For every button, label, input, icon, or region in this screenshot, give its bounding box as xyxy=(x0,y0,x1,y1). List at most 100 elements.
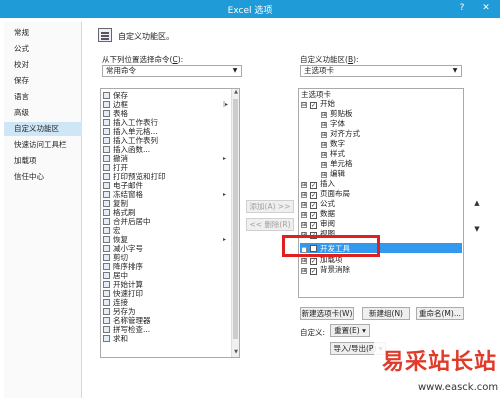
expand-icon[interactable]: ⊞ xyxy=(321,162,327,168)
checkbox[interactable]: ✓ xyxy=(310,258,317,265)
expand-icon[interactable]: ⊞ xyxy=(321,132,327,138)
expand-icon[interactable]: ⊞ xyxy=(301,202,307,208)
sidebar-item-proofing[interactable]: 校对 xyxy=(4,58,82,72)
list-item[interactable]: 求和 xyxy=(103,334,128,343)
commands-list[interactable]: 保存 边框 |▸ 表格 插入工作表行 插入单元格... 插入工作表列 插入函数..… xyxy=(100,88,240,358)
list-item[interactable]: 另存为 xyxy=(103,307,136,316)
list-item[interactable]: 边框 |▸ xyxy=(103,100,228,109)
rename-button[interactable]: 重命名(M)... xyxy=(416,307,464,320)
list-item[interactable]: 插入单元格... xyxy=(103,127,158,136)
move-up-icon[interactable]: ▲ xyxy=(470,196,484,210)
ribbon-tabs-select[interactable]: 主选项卡 ▼ xyxy=(300,65,462,77)
tree-item-insert[interactable]: ⊞ ✓ 插入 xyxy=(301,179,335,189)
tree-item-editing[interactable]: ⊞ 编辑 xyxy=(321,169,345,179)
list-item[interactable]: 名称管理器 xyxy=(103,316,151,325)
expand-icon[interactable]: ⊞ xyxy=(301,258,307,264)
sidebar-item-general[interactable]: 常规 xyxy=(4,26,82,40)
sort-desc-icon xyxy=(103,263,110,270)
sidebar-item-customize-ribbon[interactable]: 自定义功能区 xyxy=(4,122,82,136)
list-item[interactable]: 开始计算 xyxy=(103,280,143,289)
list-item[interactable]: 格式刷 xyxy=(103,208,136,217)
list-item[interactable]: 插入工作表行 xyxy=(103,118,158,127)
tree-item-home[interactable]: ⊟ ✓ 开始 xyxy=(301,99,335,109)
list-item[interactable]: 电子邮件 xyxy=(103,181,143,190)
sidebar-item-addins[interactable]: 加载项 xyxy=(4,154,82,168)
tree-item-formulas[interactable]: ⊞ ✓ 公式 xyxy=(301,199,335,209)
scroll-thumb[interactable] xyxy=(233,99,238,339)
move-down-icon[interactable]: ▼ xyxy=(470,222,484,236)
list-item[interactable]: 剪切 xyxy=(103,253,128,262)
list-item[interactable]: 合并后居中 xyxy=(103,217,151,226)
list-item[interactable]: 复制 xyxy=(103,199,128,208)
checkbox[interactable]: ✓ xyxy=(310,222,317,229)
tree-item-page-layout[interactable]: ⊞ ✓ 页面布局 xyxy=(301,189,350,199)
tree-item-clipboard[interactable]: ⊞ 剪贴板 xyxy=(321,109,353,119)
scroll-down-icon[interactable]: ▼ xyxy=(232,349,239,357)
tree-item-data[interactable]: ⊞ ✓ 数据 xyxy=(301,209,335,219)
list-item[interactable]: 撤消 ▸ xyxy=(103,154,226,163)
sidebar-item-save[interactable]: 保存 xyxy=(4,74,82,88)
close-icon[interactable]: ✕ xyxy=(476,1,496,16)
new-tab-button[interactable]: 新建选项卡(W) xyxy=(300,307,354,320)
checkbox[interactable]: ✓ xyxy=(310,192,317,199)
customize-ribbon-label: 自定义功能区(B): xyxy=(300,55,359,64)
list-item[interactable]: 减小字号 xyxy=(103,244,143,253)
tree-item-review[interactable]: ⊞ ✓ 审阅 xyxy=(301,219,335,229)
add-button[interactable]: 添加(A) >> xyxy=(246,200,294,213)
list-item[interactable]: 拼写检查... xyxy=(103,325,150,334)
expand-icon[interactable]: ⊞ xyxy=(301,222,307,228)
list-item[interactable]: 冻结窗格 ▸ xyxy=(103,190,226,199)
sidebar-item-advanced[interactable]: 高级 xyxy=(4,106,82,120)
section-header: 自定义功能区。 xyxy=(118,32,174,41)
expand-icon[interactable]: ⊞ xyxy=(321,172,327,178)
expand-icon[interactable]: ⊞ xyxy=(321,112,327,118)
checkbox[interactable]: ✓ xyxy=(310,102,317,109)
list-item[interactable]: 插入工作表列 xyxy=(103,136,158,145)
checkbox[interactable]: ✓ xyxy=(310,202,317,209)
list-item[interactable]: 打印预览和打印 xyxy=(103,172,166,181)
sidebar-item-language[interactable]: 语言 xyxy=(4,90,82,104)
expand-icon[interactable]: ⊞ xyxy=(301,212,307,218)
list-item[interactable]: 恢复 ▸ xyxy=(103,235,226,244)
list-item[interactable]: 快速打印 xyxy=(103,289,143,298)
tree-item-styles[interactable]: ⊞ 样式 xyxy=(321,149,345,159)
list-item[interactable]: 保存 xyxy=(103,91,128,100)
tree-item-font[interactable]: ⊞ 字体 xyxy=(321,119,345,129)
expand-icon[interactable]: ⊞ xyxy=(301,192,307,198)
remove-button[interactable]: << 删除(R) xyxy=(246,218,294,231)
tree-item-background-removal[interactable]: ⊞ ✓ 背景消除 xyxy=(301,265,350,275)
commands-scrollbar[interactable]: ▲ ▼ xyxy=(231,89,239,357)
help-icon[interactable]: ? xyxy=(452,1,472,16)
commands-source-select[interactable]: 常用命令 ▼ xyxy=(102,65,242,77)
expand-icon[interactable]: ⊞ xyxy=(321,122,327,128)
checkbox[interactable]: ✓ xyxy=(310,212,317,219)
expand-icon[interactable]: ⊞ xyxy=(301,268,307,274)
reset-button[interactable]: 重置(E) ▾ xyxy=(330,324,370,337)
new-group-button[interactable]: 新建组(N) xyxy=(362,307,410,320)
list-item[interactable]: 连接 xyxy=(103,298,128,307)
expand-icon[interactable]: ⊞ xyxy=(321,142,327,148)
list-item[interactable]: 居中 xyxy=(103,271,128,280)
name-manager-icon xyxy=(103,317,110,324)
insert-cell-icon xyxy=(103,128,110,135)
spellcheck-icon xyxy=(103,326,110,333)
expand-icon[interactable]: ⊞ xyxy=(301,182,307,188)
list-item[interactable]: 表格 xyxy=(103,109,128,118)
checkbox[interactable]: ✓ xyxy=(310,268,317,275)
sidebar-item-trust-center[interactable]: 信任中心 xyxy=(4,170,82,184)
collapse-icon[interactable]: ⊟ xyxy=(301,102,307,108)
list-item[interactable]: 打开 xyxy=(103,163,128,172)
expand-icon[interactable]: ⊞ xyxy=(321,152,327,158)
tree-item-alignment[interactable]: ⊞ 对齐方式 xyxy=(321,129,360,139)
list-item[interactable]: 宏 xyxy=(103,226,121,235)
scroll-up-icon[interactable]: ▲ xyxy=(232,89,239,97)
sidebar-item-formulas[interactable]: 公式 xyxy=(4,42,82,56)
tree-item-number[interactable]: ⊞ 数字 xyxy=(321,139,345,149)
list-item[interactable]: 降序排序 xyxy=(103,262,143,271)
sidebar-item-quick-access[interactable]: 快速访问工具栏 xyxy=(4,138,82,152)
list-item[interactable]: 插入函数... xyxy=(103,145,150,154)
ribbon-tree[interactable]: 主选项卡 ⊟ ✓ 开始 ⊞ 剪贴板 ⊞ 字体 ⊞ 对齐方式 ⊞ 数字 ⊞ 样式 ⊞ 单元格 ⊞ 编… xyxy=(298,88,464,298)
tree-item-cells[interactable]: ⊞ 单元格 xyxy=(321,159,353,169)
sum-icon xyxy=(103,335,110,342)
checkbox[interactable]: ✓ xyxy=(310,182,317,189)
